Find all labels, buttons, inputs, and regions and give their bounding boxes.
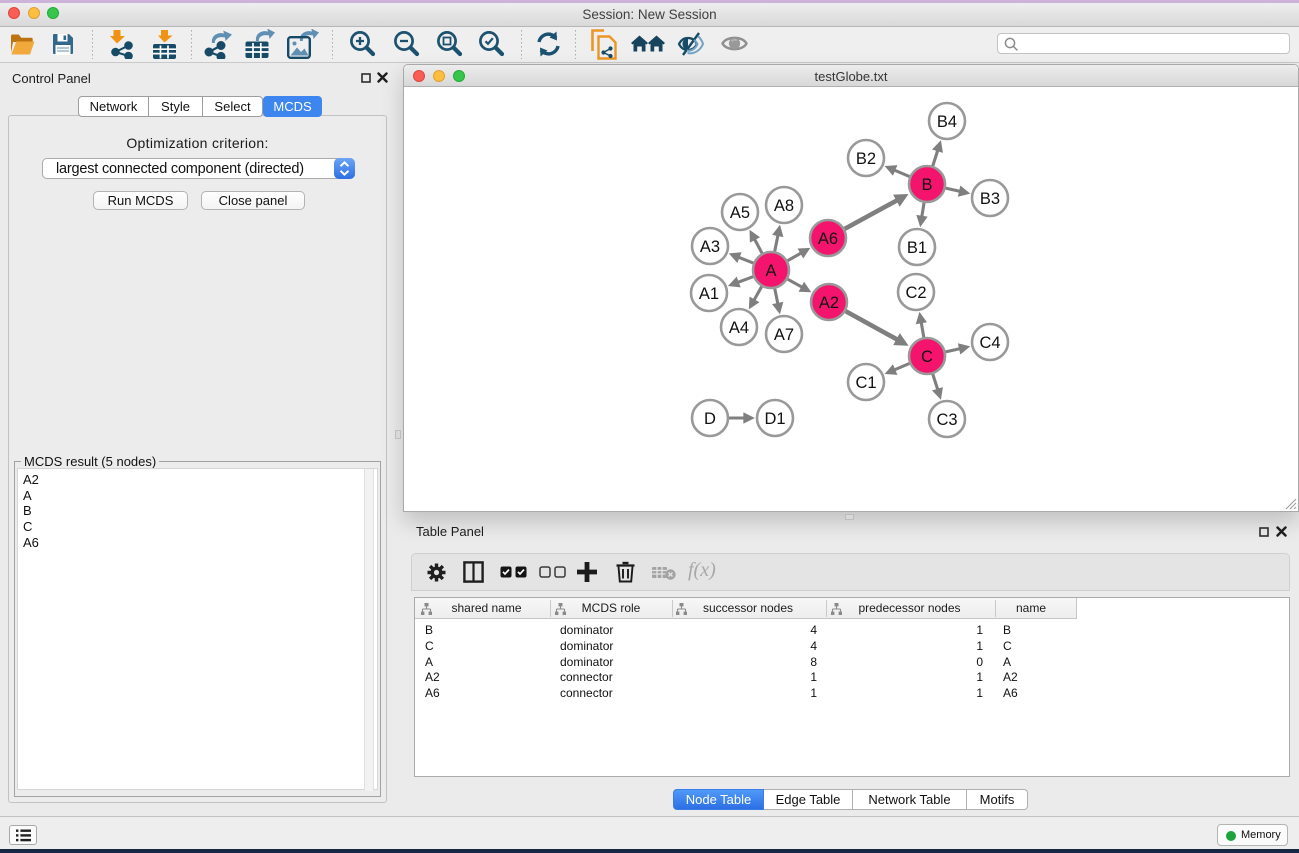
svg-text:C3: C3 [936, 411, 957, 429]
svg-text:C1: C1 [855, 374, 876, 392]
svg-text:B2: B2 [856, 150, 876, 168]
svg-text:B1: B1 [907, 239, 927, 257]
svg-text:D: D [704, 410, 716, 428]
svg-text:B4: B4 [937, 113, 957, 131]
svg-text:A4: A4 [729, 319, 749, 337]
svg-text:A3: A3 [700, 238, 720, 256]
svg-text:B: B [921, 176, 932, 194]
svg-text:A6: A6 [818, 230, 838, 248]
svg-text:C4: C4 [979, 334, 1000, 352]
svg-text:C: C [921, 348, 933, 366]
svg-text:D1: D1 [764, 410, 785, 428]
svg-text:A2: A2 [819, 294, 839, 312]
svg-text:A: A [765, 262, 776, 280]
svg-text:B3: B3 [980, 190, 1000, 208]
svg-text:A5: A5 [730, 204, 750, 222]
svg-text:A7: A7 [774, 326, 794, 344]
svg-text:A1: A1 [699, 285, 719, 303]
svg-text:A8: A8 [774, 197, 794, 215]
svg-text:C2: C2 [905, 284, 926, 302]
